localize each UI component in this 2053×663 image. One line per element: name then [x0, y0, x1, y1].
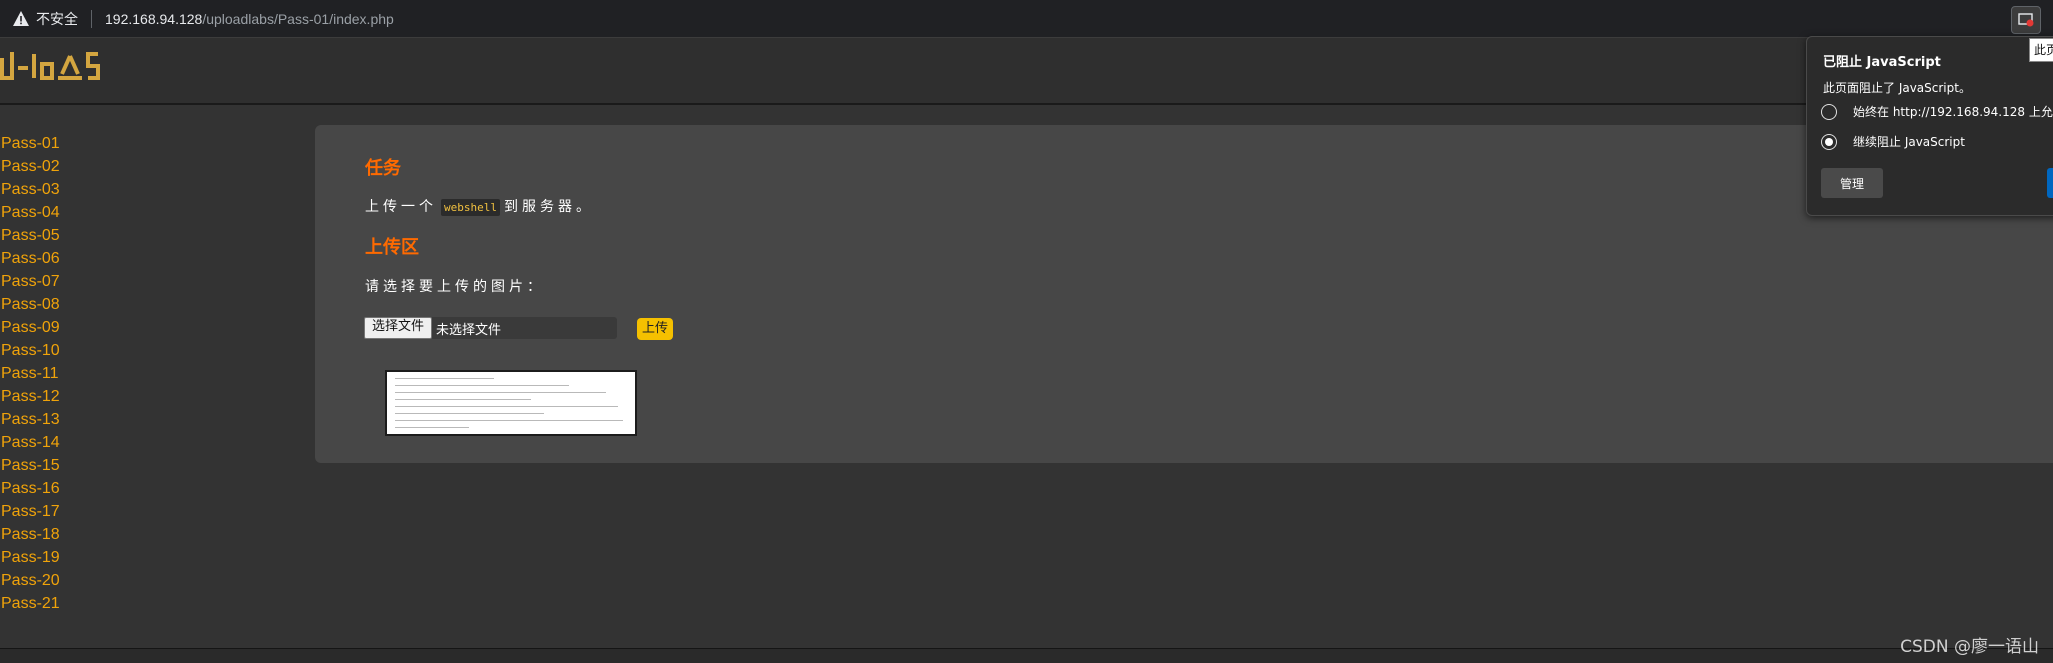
- sidebar-item-pass-18[interactable]: Pass-18: [0, 523, 200, 546]
- url-path[interactable]: /uploadlabs/Pass-01/index.php: [202, 11, 393, 27]
- sidebar-item-pass-06[interactable]: Pass-06: [0, 247, 200, 270]
- allow-javascript-option[interactable]: 始终在 http://192.168.94.128 上允许 J: [1821, 103, 2053, 120]
- task-suffix: 到服务器。: [503, 199, 594, 215]
- popup-subtitle: 此页面阻止了 JavaScript。: [1823, 81, 1971, 95]
- sidebar-nav: Pass-01 Pass-02 Pass-03 Pass-04 Pass-05 …: [0, 132, 200, 615]
- sidebar-item-pass-20[interactable]: Pass-20: [0, 569, 200, 592]
- javascript-blocked-popup: 已阻止 JavaScript 此页面阻止了 JavaScript。 始终在 ht…: [1806, 36, 2053, 216]
- upload-prompt: 请选择要上传的图片：: [365, 279, 545, 295]
- block-javascript-option[interactable]: 继续阻止 JavaScript: [1821, 133, 1965, 150]
- preview-text-line: [395, 385, 569, 386]
- footer-bar: [0, 648, 2053, 663]
- sidebar-item-pass-21[interactable]: Pass-21: [0, 592, 200, 615]
- done-button[interactable]: [2047, 168, 2053, 198]
- sidebar-item-pass-10[interactable]: Pass-10: [0, 339, 200, 362]
- uploaded-image-preview: [385, 370, 637, 436]
- file-input[interactable]: 选择文件 未选择文件: [364, 317, 617, 339]
- sidebar-item-pass-07[interactable]: Pass-07: [0, 270, 200, 293]
- radio-unselected-icon[interactable]: [1821, 103, 1837, 120]
- manage-button[interactable]: 管理: [1821, 168, 1883, 198]
- sidebar-item-pass-19[interactable]: Pass-19: [0, 546, 200, 569]
- url-host[interactable]: 192.168.94.128: [105, 11, 202, 27]
- sidebar-item-pass-03[interactable]: Pass-03: [0, 178, 200, 201]
- preview-text-line: [395, 378, 495, 379]
- watermark: CSDN @廖一语山: [1900, 637, 2039, 657]
- choose-file-button[interactable]: 选择文件: [364, 317, 433, 339]
- sidebar-item-pass-17[interactable]: Pass-17: [0, 500, 200, 523]
- sidebar-item-pass-01[interactable]: Pass-01: [0, 132, 200, 155]
- sidebar-item-pass-15[interactable]: Pass-15: [0, 454, 200, 477]
- sidebar-item-pass-11[interactable]: Pass-11: [0, 362, 200, 385]
- sidebar-item-pass-08[interactable]: Pass-08: [0, 293, 200, 316]
- site-logo[interactable]: [0, 50, 116, 87]
- upload-button[interactable]: 上传: [637, 318, 673, 340]
- preview-text-line: [395, 406, 619, 407]
- sidebar-item-pass-04[interactable]: Pass-04: [0, 201, 200, 224]
- radio-selected-icon[interactable]: [1821, 133, 1837, 150]
- sidebar-item-pass-12[interactable]: Pass-12: [0, 385, 200, 408]
- address-bar[interactable]: 不安全 192.168.94.128/uploadlabs/Pass-01/in…: [0, 0, 2053, 38]
- site-header: [0, 38, 2053, 105]
- warning-icon[interactable]: [12, 10, 30, 28]
- sidebar-item-pass-09[interactable]: Pass-09: [0, 316, 200, 339]
- file-status: 未选择文件: [436, 322, 502, 338]
- preview-text-line: [395, 413, 544, 414]
- sidebar-item-pass-16[interactable]: Pass-16: [0, 477, 200, 500]
- tooltip: 此页: [2029, 38, 2053, 62]
- upload-heading: 上传区: [365, 237, 419, 257]
- preview-text-line: [395, 399, 532, 400]
- address-divider: [91, 9, 92, 28]
- task-code: webshell: [441, 199, 500, 216]
- task-prefix: 上传一个: [365, 199, 437, 215]
- task-description: 上传一个 webshell 到服务器。: [365, 196, 594, 216]
- sidebar-item-pass-02[interactable]: Pass-02: [0, 155, 200, 178]
- sidebar-item-pass-14[interactable]: Pass-14: [0, 431, 200, 454]
- preview-text-line: [395, 420, 624, 421]
- task-heading: 任务: [365, 158, 401, 178]
- upload-labs-logo-icon: [0, 52, 100, 80]
- insecure-label[interactable]: 不安全: [36, 9, 78, 29]
- javascript-blocked-button[interactable]: [2011, 6, 2041, 34]
- sidebar-item-pass-05[interactable]: Pass-05: [0, 224, 200, 247]
- blocked-script-icon: [2018, 13, 2034, 27]
- sidebar-item-pass-13[interactable]: Pass-13: [0, 408, 200, 431]
- allow-javascript-label: 始终在 http://192.168.94.128 上允许 J: [1853, 105, 2053, 119]
- preview-text-line: [395, 392, 606, 393]
- block-javascript-label: 继续阻止 JavaScript: [1853, 135, 1965, 149]
- preview-text-line: [395, 427, 470, 428]
- popup-title: 已阻止 JavaScript: [1823, 55, 1941, 70]
